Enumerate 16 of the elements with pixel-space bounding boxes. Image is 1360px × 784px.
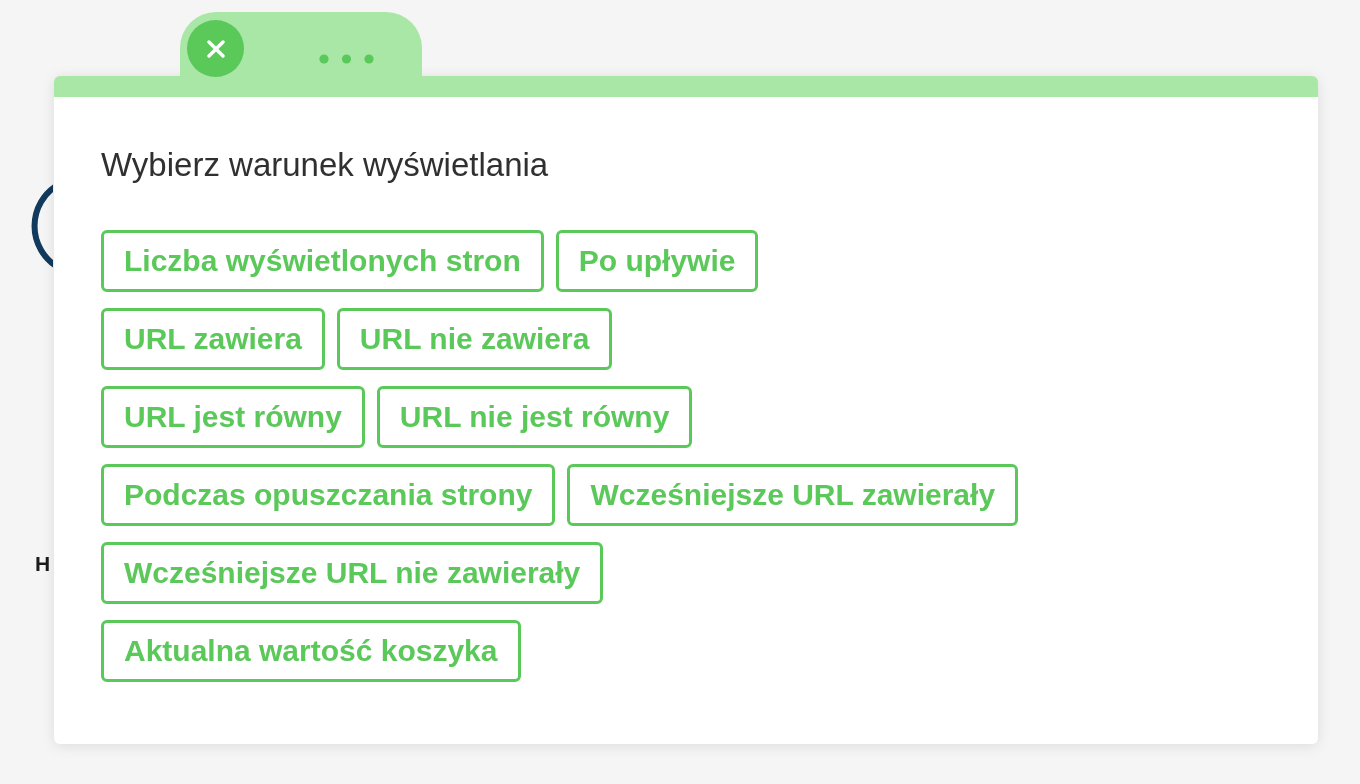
close-icon (206, 39, 225, 58)
popup-heading: Wybierz warunek wyświetlania (101, 146, 549, 184)
condition-option-button[interactable]: URL nie zawiera (336, 308, 613, 370)
condition-option-button[interactable]: Wcześniejsze URL nie zawierały (101, 542, 604, 604)
condition-option-button[interactable]: Podczas opuszczania strony (101, 464, 556, 526)
close-button[interactable] (187, 20, 244, 77)
more-dots-icon[interactable] (319, 54, 374, 64)
condition-option-button[interactable]: Po upływie (555, 230, 759, 292)
condition-option-button[interactable]: URL nie jest równy (376, 386, 693, 448)
condition-option-button[interactable]: Aktualna wartość koszyka (101, 620, 521, 682)
ring-arc-icon (31, 182, 53, 270)
condition-option-button[interactable]: Liczba wyświetlonych stron (101, 230, 544, 292)
background-text: H (35, 552, 51, 576)
condition-option-button[interactable]: Wcześniejsze URL zawierały (567, 464, 1019, 526)
condition-option-button[interactable]: URL jest równy (101, 386, 365, 448)
condition-option-button[interactable]: URL zawiera (101, 308, 325, 370)
